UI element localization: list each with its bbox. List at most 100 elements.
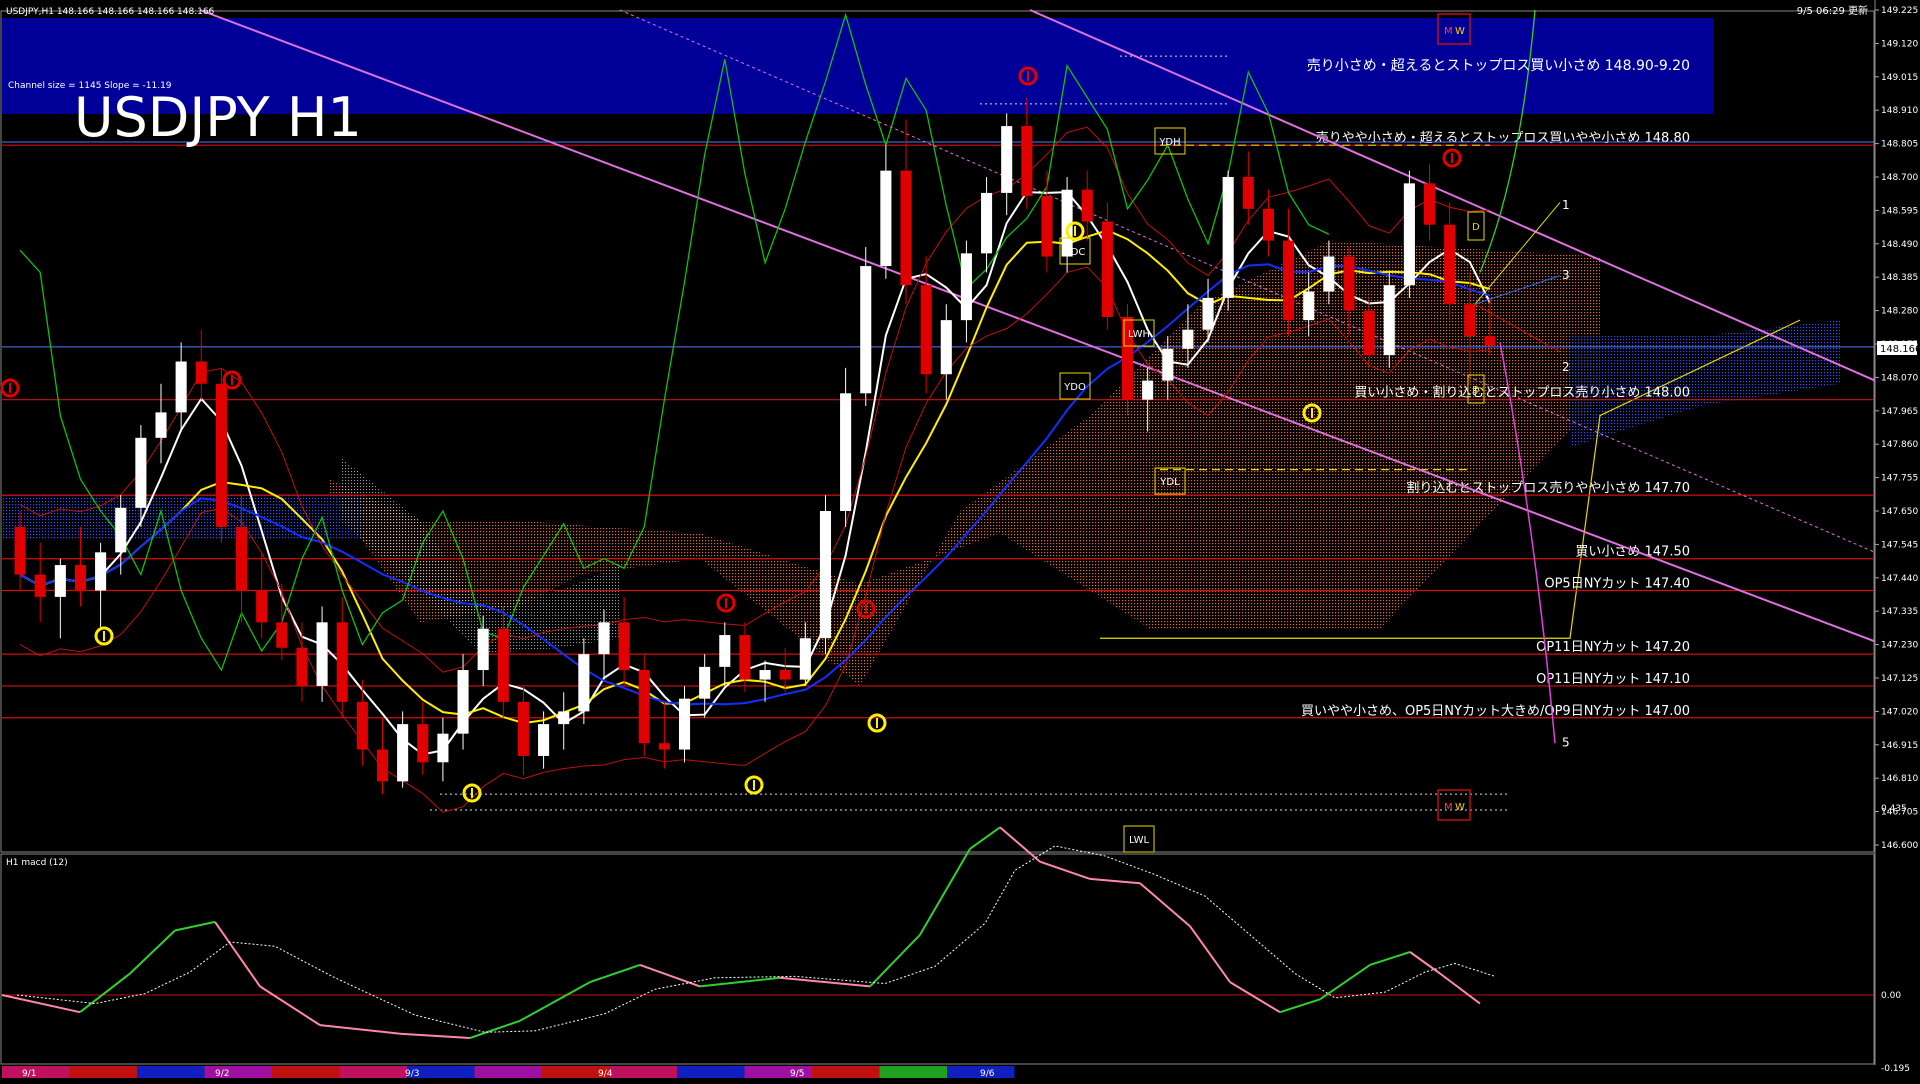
marker-ydc: YDC [1064, 247, 1086, 258]
price-tick-label: 146.915 [1881, 741, 1918, 751]
date-bar-segment [137, 1066, 205, 1078]
candle-body [1222, 177, 1234, 298]
candle-body [960, 253, 972, 321]
macd-indicator: 0.435 0.00 -0.195 [1, 804, 1910, 1074]
price-tick-label: 147.335 [1881, 607, 1918, 617]
level-label: OP5日NYカット 147.40 [1544, 577, 1690, 592]
date-label: 9/2 [215, 1069, 229, 1079]
candle-body [1041, 196, 1053, 257]
macd-segment [919, 848, 971, 936]
macd-segment [1409, 951, 1441, 975]
candle-body [598, 622, 610, 655]
candle-body [658, 743, 670, 750]
candle-body [1343, 256, 1355, 311]
candle-body [54, 565, 66, 597]
level-label: OP11日NYカット 147.10 [1536, 672, 1690, 687]
marker-d: D [1472, 222, 1480, 233]
price-tick-label: 148.385 [1881, 273, 1918, 283]
candle-body [840, 393, 852, 511]
macd-segment [639, 963, 701, 988]
indicator-label: H1 macd (12) [6, 858, 68, 868]
candle-body [14, 526, 26, 575]
symbol-header: USDJPY,H1 148.166 148.166 148.166 148.16… [6, 7, 215, 17]
macd-segment [999, 826, 1041, 863]
candle-body [497, 628, 509, 702]
price-tick-label: 148.070 [1881, 373, 1918, 383]
candle-body [356, 701, 368, 750]
macd-segment [469, 1019, 521, 1039]
candle-body [1403, 183, 1415, 286]
wave-label-3: 3 [1562, 268, 1570, 282]
candle-body [699, 666, 711, 699]
date-bar-segment [1014, 1066, 1082, 1078]
banner-label: 売り小さめ・超えるとストップロス買い小さめ 148.90-9.20 [1307, 58, 1690, 74]
candle-body [900, 170, 912, 286]
date-bar: 9/1 9/2 9/3 9/4 9/5 9/6 [2, 1066, 1082, 1079]
marker-m: M [1444, 26, 1453, 37]
price-tick-label: 146.600 [1881, 841, 1918, 851]
candle-body [860, 266, 872, 394]
candle-body [880, 170, 892, 267]
date-label: 9/1 [22, 1069, 36, 1079]
marker-d: D [1472, 385, 1480, 396]
candle-body [437, 733, 449, 763]
candle-body [1323, 256, 1335, 292]
macd-segment [214, 921, 261, 987]
candle-body [1001, 126, 1013, 193]
candle-body [799, 638, 811, 680]
macd-segment [129, 929, 176, 975]
macd-segment [1319, 964, 1371, 1001]
macd-tick-label: -0.195 [1881, 1064, 1910, 1074]
macd-segment [699, 976, 781, 988]
level-label: 売りやや小さめ・超えるとストップロス買いやや小さめ 148.80 [1316, 130, 1690, 146]
price-chart[interactable]: 売りやや小さめ・超えるとストップロス買いやや小さめ 148.80 買い小さめ・割り… [0, 0, 1920, 1080]
candle-body [477, 628, 489, 671]
macd-segment [79, 972, 131, 1013]
candle-body [1423, 183, 1436, 225]
candle-body [1101, 221, 1113, 317]
candle-body [215, 383, 227, 527]
macd-panel-frame [0, 853, 1875, 1065]
level-label: 買い小さめ・割り込むとストップロス売り小さめ 148.00 [1354, 385, 1690, 401]
candle-body [1242, 177, 1254, 209]
candle-body [1021, 126, 1033, 197]
level-label: 買いやや小さめ、OP5日NYカット大きめ/OP9日NYカット 147.00 [1301, 704, 1690, 719]
macd-segment [589, 963, 641, 984]
price-tick-label: 147.125 [1881, 674, 1918, 684]
candle-body [719, 635, 731, 667]
candle-body [376, 749, 389, 782]
candle-body [1464, 304, 1476, 337]
marker-ydo: YDO [1063, 382, 1086, 393]
candle-body [678, 698, 691, 750]
date-bar-segment [339, 1066, 407, 1078]
candle-body [1383, 285, 1395, 356]
candle-body [397, 724, 409, 782]
candle-body [538, 724, 550, 756]
level-label: 買い小さめ 147.50 [1575, 545, 1690, 560]
candle-body [1303, 291, 1315, 321]
candle-body [95, 552, 107, 591]
candle-body [618, 622, 630, 671]
macd-segment [1189, 925, 1231, 983]
macd-segment [259, 985, 321, 1026]
price-tick-label: 147.440 [1881, 574, 1918, 584]
candle-body [336, 622, 348, 702]
marker-ydh: YDH [1158, 137, 1180, 148]
wave-label-5: 5 [1562, 735, 1570, 749]
candle-body [276, 622, 288, 648]
candle-body [1081, 189, 1093, 222]
macd-segment [1139, 882, 1191, 927]
candle-body [1182, 329, 1194, 349]
candle-body [578, 654, 590, 712]
candle-body [1262, 208, 1274, 241]
macd-segment [174, 920, 216, 932]
price-tick-label: 147.860 [1881, 440, 1918, 450]
macd-segment [1279, 998, 1321, 1014]
macd-tick-label: 0.00 [1881, 991, 1901, 1001]
price-tick-label: 148.910 [1881, 106, 1918, 116]
date-label: 9/5 [790, 1069, 804, 1079]
price-tick-label: 149.015 [1881, 73, 1918, 83]
candle-body [981, 192, 993, 254]
candle-body [1162, 348, 1174, 381]
macd-segment [1439, 972, 1481, 1005]
